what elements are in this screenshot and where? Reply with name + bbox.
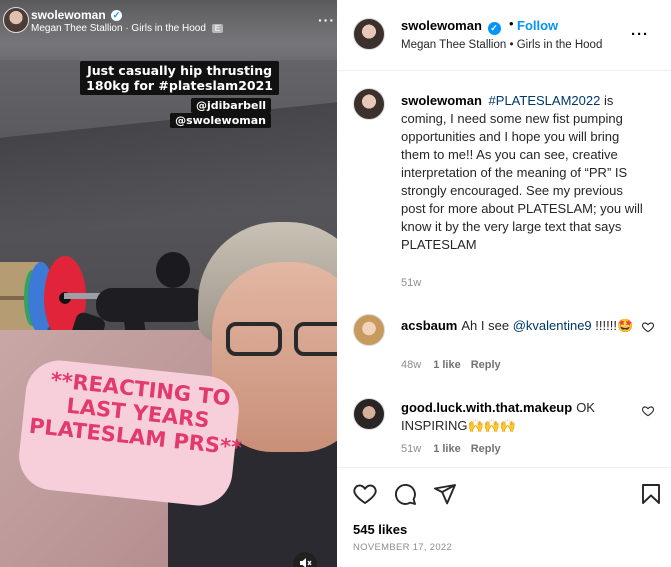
comment-meta: 51w 1 like Reply [401, 443, 501, 455]
action-bar [353, 482, 663, 508]
media-audio[interactable]: Megan Thee Stallion · Girls in the Hood … [31, 23, 224, 34]
post-details: swolewoman ✓ • Follow Megan Thee Stallio… [337, 0, 671, 567]
comment-likes[interactable]: 1 like [433, 359, 461, 371]
comment-likes[interactable]: 1 like [433, 443, 461, 455]
comment-like-icon[interactable] [641, 404, 655, 418]
reply-button[interactable]: Reply [471, 443, 501, 455]
caption-meta: 51w [401, 277, 421, 289]
post-caption: swolewoman #PLATESLAM2022 is coming, I n… [401, 92, 651, 254]
author-username[interactable]: swolewoman ✓ [401, 18, 501, 35]
overlay-tag-swolewoman: @swolewoman [170, 113, 271, 128]
verified-icon: ✓ [487, 22, 501, 35]
author-avatar[interactable] [353, 18, 385, 50]
comment-like-icon[interactable] [641, 320, 655, 334]
post-date[interactable]: NOVEMBER 17, 2022 [353, 542, 452, 553]
media-username[interactable]: swolewoman ✓ [31, 8, 123, 22]
more-options-icon[interactable]: ··· [631, 26, 649, 43]
media-more-icon[interactable]: ··· [318, 12, 335, 28]
caption-avatar[interactable] [353, 88, 385, 120]
caption-text: is coming, I need some new fist pumping … [401, 93, 643, 252]
comment: good.luck.with.that.makeup OK INSPIRING🙌🙌… [401, 400, 595, 433]
overlay-tag-jdibarbell: @jdibarbell [190, 98, 271, 113]
comment-avatar[interactable] [353, 398, 385, 430]
follow-button[interactable]: Follow [517, 18, 558, 33]
caption-age[interactable]: 51w [401, 277, 421, 289]
share-icon[interactable] [433, 482, 457, 506]
likes-count[interactable]: 545 likes [353, 522, 407, 537]
mute-icon [300, 558, 312, 567]
media-avatar[interactable] [3, 7, 29, 33]
comment-username[interactable]: acsbaum [401, 318, 457, 333]
header-divider [337, 70, 671, 71]
explicit-badge: E [211, 24, 224, 33]
video-overlay-text: Just casually hip thrusting 180kg for #p… [80, 61, 279, 95]
like-icon[interactable] [353, 482, 377, 506]
comment-avatar[interactable] [353, 314, 385, 346]
comment-meta: 48w 1 like Reply [401, 359, 501, 371]
audio-link[interactable]: Megan Thee Stallion • Girls in the Hood [401, 39, 602, 51]
comment-username[interactable]: good.luck.with.that.makeup [401, 400, 572, 415]
save-icon[interactable] [639, 482, 663, 506]
caption-username[interactable]: swolewoman [401, 93, 482, 108]
media-header [0, 0, 337, 44]
comment-age[interactable]: 51w [401, 443, 421, 455]
post-media[interactable]: Just casually hip thrusting 180kg for #p… [0, 0, 337, 567]
reply-button[interactable]: Reply [471, 359, 501, 371]
actions-divider [337, 467, 671, 468]
comment: acsbaum Ah I see @kvalentine9 !!!!!!🤩 [401, 318, 634, 333]
comment-age[interactable]: 48w [401, 359, 421, 371]
verified-icon: ✓ [111, 10, 123, 22]
caption-hashtag[interactable]: #PLATESLAM2022 [489, 93, 601, 108]
comment-icon[interactable] [393, 482, 417, 506]
comment-mention[interactable]: @kvalentine9 [513, 318, 592, 333]
separator-dot: • [509, 16, 514, 31]
